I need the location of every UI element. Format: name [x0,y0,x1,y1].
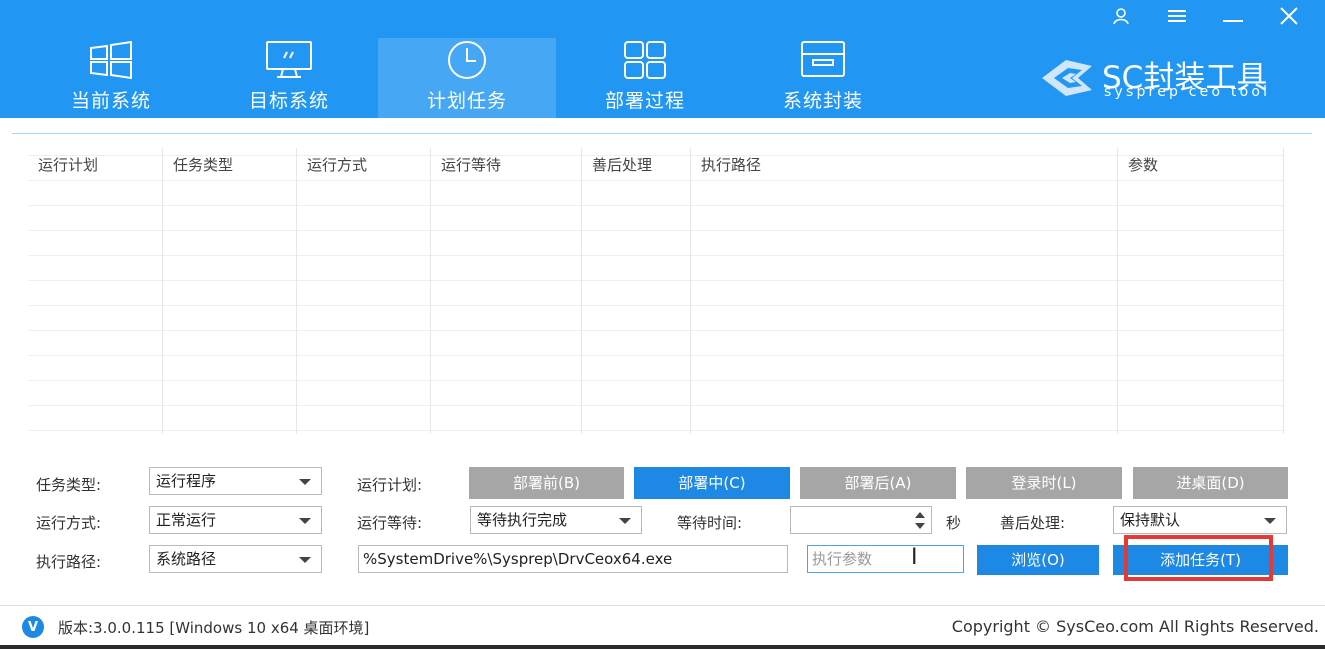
wait-time-label: 等待时间: [677,514,743,532]
schedule-label: 运行计划: [357,476,423,494]
footer-divider [0,605,1325,606]
tab-label: 计划任务 [426,90,507,112]
tab-deployment-process[interactable]: 部署过程 [556,38,734,118]
task-table[interactable]: 运行计划 任务类型 运行方式 运行等待 善后处理 执行路径 参数 [28,148,1284,434]
stepper-up-icon[interactable] [915,512,925,518]
divider [12,133,1312,134]
close-icon[interactable] [1261,4,1317,28]
tab-label: 系统封装 [782,90,863,112]
seconds-unit: 秒 [946,514,962,532]
drive-icon [801,41,845,77]
column-header[interactable]: 执行路径 [701,154,761,175]
aftercare-select[interactable]: 保持默认 [1113,506,1287,534]
grid-icon [624,41,666,79]
chevron-down-icon [299,557,311,563]
version-info: V 版本:3.0.0.115 [Windows 10 x64 桌面环境] [22,615,369,639]
window-controls [1093,4,1317,28]
run-wait-value: 等待执行完成 [477,511,568,529]
copyright-text: Copyright © SysCeo.com All Rights Reserv… [951,617,1319,636]
tab-label: 当前系统 [70,90,151,112]
schedule-on-login-button[interactable]: 登录时(L) [966,467,1122,499]
version-badge-icon: V [22,616,44,638]
column-header[interactable]: 任务类型 [173,154,233,175]
app-logo: SC封装工具 sysprep ceo tool [1036,56,1306,102]
header-bar: 当前系统 目标系统 计划任务 部署过程 系统封装 SC封装工具 sysprep … [0,0,1325,118]
run-wait-select[interactable]: 等待执行完成 [470,506,642,534]
schedule-after-deploy-button[interactable]: 部署后(A) [800,467,956,499]
schedule-on-desktop-button[interactable]: 进桌面(D) [1133,467,1288,499]
task-type-value: 运行程序 [156,472,217,490]
chevron-down-icon [299,518,311,524]
column-exec-path: 执行路径 [691,148,1118,434]
column-header[interactable]: 善后处理 [592,154,652,175]
column-header[interactable]: 运行等待 [441,154,501,175]
run-mode-value: 正常运行 [156,511,217,529]
column-run-mode: 运行方式 [297,148,431,434]
user-icon[interactable] [1093,4,1149,28]
monitor-icon [266,41,312,78]
chevron-down-icon [299,479,311,485]
path-input[interactable]: %SystemDrive%\Sysprep\DrvCeox64.exe [358,545,788,573]
column-schedule: 运行计划 [28,148,163,434]
column-run-wait: 运行等待 [431,148,582,434]
tab-scheduled-tasks[interactable]: 计划任务 [378,38,556,118]
tab-system-packaging[interactable]: 系统封装 [734,38,912,118]
add-task-button[interactable]: 添加任务(T) [1113,545,1288,575]
sc-logo-icon [1042,60,1092,96]
column-header[interactable]: 运行计划 [38,154,98,175]
tab-target-system[interactable]: 目标系统 [200,38,378,118]
wait-time-stepper[interactable] [790,506,932,534]
tab-label: 部署过程 [604,90,685,112]
column-task-type: 任务类型 [163,148,297,434]
schedule-before-deploy-button[interactable]: 部署前(B) [469,467,624,499]
column-header[interactable]: 参数 [1128,154,1158,175]
exec-path-value: 系统路径 [156,550,217,568]
column-header[interactable]: 运行方式 [307,154,367,175]
text-cursor-icon: I [911,545,918,570]
tab-current-system[interactable]: 当前系统 [22,38,200,118]
column-aftercare: 善后处理 [582,148,691,434]
run-mode-select[interactable]: 正常运行 [149,506,322,534]
exec-path-select[interactable]: 系统路径 [149,545,322,573]
aftercare-value: 保持默认 [1120,511,1181,529]
nav-tabs: 当前系统 目标系统 计划任务 部署过程 系统封装 [22,38,912,118]
stepper-down-icon[interactable] [915,523,925,529]
menu-icon[interactable] [1149,4,1205,28]
exec-path-label: 执行路径: [36,553,102,571]
chevron-down-icon [619,518,631,524]
column-params: 参数 [1118,148,1284,434]
schedule-during-deploy-button[interactable]: 部署中(C) [634,467,790,499]
tab-label: 目标系统 [248,90,329,112]
run-wait-label: 运行等待: [357,514,423,532]
clock-icon [448,41,486,79]
taskbar-edge [0,645,1325,649]
aftercare-label: 善后处理: [1000,514,1066,532]
run-mode-label: 运行方式: [36,514,102,532]
windows-icon [90,40,132,80]
params-input[interactable]: 执行参数 [807,545,964,573]
version-text: 版本:3.0.0.115 [Windows 10 x64 桌面环境] [58,618,370,637]
chevron-down-icon [1264,518,1276,524]
logo-subtitle: sysprep ceo tool [1104,84,1271,100]
browse-button[interactable]: 浏览(O) [977,545,1099,575]
minimize-icon[interactable] [1205,4,1261,28]
task-type-label: 任务类型: [36,476,102,494]
task-type-select[interactable]: 运行程序 [149,467,322,495]
